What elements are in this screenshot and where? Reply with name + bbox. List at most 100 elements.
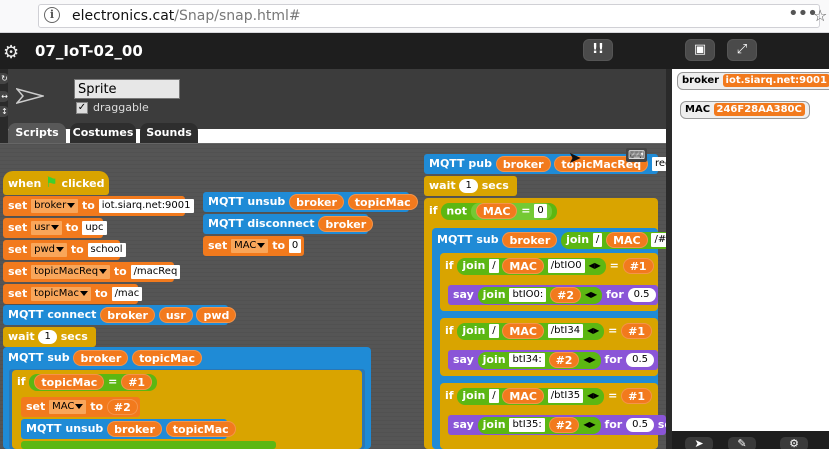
topic-input[interactable]: /btIO0	[547, 258, 585, 273]
say-for-block-3[interactable]: say join btI35: #2 ◀▶ for 0.5 se	[448, 415, 672, 435]
set-topicmac-block[interactable]: set topicMac to /mac	[3, 284, 143, 304]
not-predicate[interactable]: not MAC = 0	[441, 202, 557, 220]
mac-watcher[interactable]: MAC 246F28AA380C	[680, 101, 810, 119]
broker-reporter[interactable]: broker	[289, 194, 344, 210]
say-for-block-2[interactable]: say join btI34: #2 ◀▶ for 0.5	[448, 350, 658, 370]
usr-reporter[interactable]: usr	[158, 307, 193, 323]
stage-size-button[interactable]: ▣	[685, 39, 715, 61]
var-dropdown[interactable]: topicMac	[31, 287, 92, 301]
broker-reporter[interactable]: broker	[100, 307, 155, 323]
slash-input[interactable]: /	[489, 388, 499, 403]
var-dropdown[interactable]: pwd	[31, 243, 67, 257]
value-input[interactable]: upc	[82, 221, 107, 235]
settings-gear-icon[interactable]: ⚙	[3, 42, 19, 63]
topicmac-reporter[interactable]: topicMac	[34, 373, 105, 390]
duration-input[interactable]: 0.5	[626, 353, 654, 367]
slash-input[interactable]: /	[592, 232, 603, 247]
info-icon[interactable]: i	[44, 7, 60, 23]
set-usr-block[interactable]: set usr to upc	[3, 218, 107, 238]
tab-scripts[interactable]: Scripts	[8, 123, 66, 143]
topic-input[interactable]: /btI35	[547, 388, 584, 403]
equals-predicate[interactable]: topicMac = #1	[29, 373, 158, 391]
url-text[interactable]: electronics.cat/Snap/snap.html#	[72, 8, 301, 24]
prefix-input[interactable]: btI34:	[509, 352, 545, 367]
set-mac-zero-block[interactable]: set MAC to 0	[203, 236, 304, 256]
param-2-reporter[interactable]: #2	[548, 351, 580, 368]
zero-input[interactable]: 0	[534, 203, 547, 218]
join-reporter[interactable]: join btIO0: #2 ◀▶	[477, 286, 603, 304]
tab-sounds[interactable]: Sounds	[140, 123, 198, 143]
tab-costumes[interactable]: Costumes	[70, 123, 136, 143]
arrows-icon[interactable]: ◀▶	[587, 323, 599, 338]
topicmac-reporter[interactable]: topicMac	[165, 421, 236, 437]
param-1-reporter[interactable]: #1	[621, 323, 653, 339]
topicmac-reporter[interactable]: topicMac	[347, 194, 418, 210]
sprite-settings-button[interactable]: ⚙	[780, 437, 808, 449]
wait-seconds-input[interactable]: 1	[38, 330, 57, 344]
set-pwd-block[interactable]: set pwd to school	[3, 240, 126, 260]
join-reporter[interactable]: join btI35: #2 ◀▶	[477, 416, 601, 434]
mqtt-unsub-inner-block[interactable]: MQTT unsub broker topicMac	[21, 419, 236, 439]
mac-reporter[interactable]: MAC	[475, 202, 518, 219]
broker-watcher[interactable]: broker iot.siarq.net:9001	[677, 72, 829, 90]
var-dropdown[interactable]: MAC	[231, 239, 269, 253]
var-dropdown[interactable]: topicMacReq	[31, 265, 111, 279]
join-reporter[interactable]: join / MAC /btI34 ◀▶	[457, 322, 605, 340]
wait-seconds-input[interactable]: 1	[459, 179, 478, 193]
broker-reporter[interactable]: broker	[495, 156, 551, 172]
cloud-button[interactable]: !!	[583, 39, 613, 61]
arrows-icon[interactable]: ◀▶	[587, 388, 599, 403]
param-1-reporter[interactable]: #1	[622, 258, 654, 274]
param-1-reporter[interactable]: #1	[621, 388, 653, 404]
duration-input[interactable]: 0.5	[626, 418, 654, 432]
stage[interactable]	[672, 69, 829, 449]
arrows-icon[interactable]: ◀▶	[583, 352, 595, 367]
topic-input[interactable]: /btI34	[547, 323, 584, 338]
prefix-input[interactable]: btIO0:	[509, 287, 547, 302]
arrows-icon[interactable]: ◀▶	[588, 258, 600, 273]
join-reporter[interactable]: join btI34: #2 ◀▶	[477, 351, 601, 369]
sprite-name-field[interactable]: Sprite	[74, 79, 180, 99]
keyboard-icon[interactable]: ⌨	[626, 148, 648, 162]
broker-reporter[interactable]: broker	[73, 350, 129, 366]
var-dropdown[interactable]: broker	[31, 199, 79, 213]
pwd-reporter[interactable]: pwd	[196, 307, 237, 323]
mqtt-disconnect-block[interactable]: MQTT disconnect broker	[203, 214, 374, 234]
set-broker-block[interactable]: set broker to iot.siarq.net:9001	[3, 196, 194, 216]
broker-reporter[interactable]: broker	[502, 232, 558, 248]
param-2-reporter[interactable]: #2	[550, 286, 581, 303]
draggable-checkbox[interactable]: ✓	[76, 102, 88, 114]
wait-block-2[interactable]: wait 1 secs	[424, 176, 517, 196]
mac-reporter[interactable]: MAC	[502, 322, 544, 339]
mqtt-pub-block[interactable]: MQTT pub broker topicMacReq req	[424, 154, 675, 174]
param-2-reporter[interactable]: #2	[106, 399, 138, 415]
var-dropdown[interactable]: MAC	[49, 400, 87, 414]
slash-input[interactable]: /	[489, 323, 499, 338]
value-input[interactable]: school	[87, 243, 126, 257]
broker-reporter[interactable]: broker	[107, 421, 162, 437]
say-for-block-1[interactable]: say join btIO0: #2 ◀▶ for 0.5	[448, 285, 658, 305]
fullscreen-button[interactable]: ⤢	[727, 39, 757, 61]
equals-predicate[interactable]: MAC = 0	[470, 202, 552, 220]
set-mac-block[interactable]: set MAC to #2	[21, 397, 140, 417]
mac-reporter[interactable]: MAC	[502, 257, 544, 274]
value-input[interactable]: /mac	[111, 287, 143, 301]
when-flag-clicked-hat[interactable]: when ⚑ clicked	[3, 171, 109, 195]
arrows-icon[interactable]: ◀▶	[583, 417, 595, 432]
mqtt-connect-block[interactable]: MQTT connect broker usr pwd	[3, 305, 237, 325]
join-reporter[interactable]: join / MAC /btI35 ◀▶	[457, 387, 605, 405]
mac-reporter[interactable]: MAC	[502, 387, 544, 404]
prefix-input[interactable]: btI35:	[509, 417, 545, 432]
set-topicmacreq-block[interactable]: set topicMacReq to /macReq	[3, 262, 181, 282]
param-1-reporter[interactable]: #1	[121, 373, 153, 390]
join-reporter[interactable]: join / MAC /btIO0 ◀▶	[457, 257, 606, 275]
mqtt-unsub-block[interactable]: MQTT unsub broker topicMac	[203, 192, 418, 212]
param-2-reporter[interactable]: #2	[548, 416, 580, 433]
duration-input[interactable]: 0.5	[627, 288, 656, 302]
wait-block[interactable]: wait 1 secs	[3, 327, 96, 347]
slash-input[interactable]: /	[489, 258, 499, 273]
bookmark-star-icon[interactable]: ☆	[813, 6, 827, 25]
mac-reporter[interactable]: MAC	[606, 231, 648, 248]
topicmac-reporter[interactable]: topicMac	[132, 350, 202, 366]
arrows-icon[interactable]: ◀▶	[585, 287, 597, 302]
